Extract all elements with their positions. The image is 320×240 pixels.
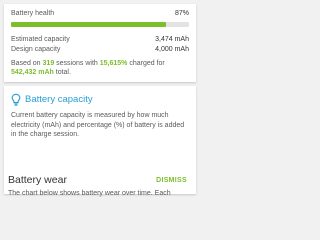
battery-health-card: Battery health 87% Estimated capacity 3,…	[4, 4, 196, 82]
battery-health-row: Battery health 87%	[11, 10, 189, 17]
sessions-count: 319	[42, 60, 55, 67]
dismiss-button[interactable]: DISMISS	[156, 177, 187, 184]
estimated-capacity-label: Estimated capacity	[11, 36, 70, 43]
battery-health-label: Battery health	[11, 10, 55, 17]
battery-wear-description: The chart below shows battery wear over …	[8, 190, 171, 197]
info-card-header: Battery capacity	[11, 92, 93, 106]
sessions-total: 542,432 mAh	[11, 69, 54, 76]
battery-health-value: 87%	[174, 10, 189, 17]
lightbulb-icon	[11, 93, 21, 106]
design-capacity-row: Design capacity 4,000 mAh	[11, 46, 189, 53]
design-capacity-label: Design capacity	[11, 46, 61, 53]
design-capacity-value: 4,000 mAh	[155, 46, 189, 53]
sessions-end: total.	[53, 69, 71, 76]
sessions-suffix: charged for	[127, 60, 165, 67]
battery-health-progress-bar	[11, 22, 189, 27]
battery-health-progress-fill	[11, 22, 166, 27]
sessions-prefix: Based on	[11, 60, 43, 67]
sessions-percent: 15,615%	[99, 60, 128, 67]
info-card-title: Battery capacity	[25, 93, 93, 105]
sessions-summary: Based on 319 sessions with 15,615% charg…	[11, 59, 189, 77]
estimated-capacity-value: 3,474 mAh	[155, 36, 189, 43]
sessions-middle: sessions with	[54, 60, 100, 67]
battery-wear-title: Battery wear	[8, 174, 67, 186]
app-screen: Battery health 87% Estimated capacity 3,…	[0, 0, 200, 200]
estimated-capacity-row: Estimated capacity 3,474 mAh	[11, 36, 189, 43]
info-card-body: Current battery capacity is measured by …	[11, 112, 185, 138]
